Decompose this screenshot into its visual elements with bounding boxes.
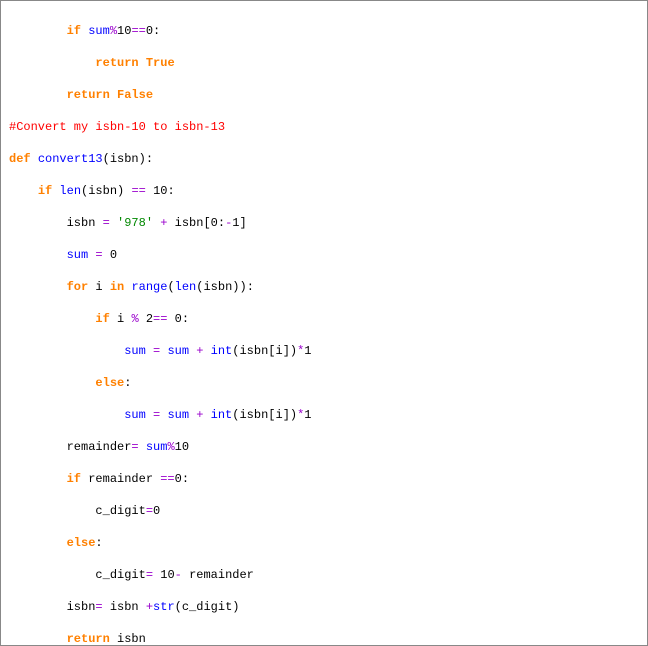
code-line: sum = sum + int(isbn[i])*1 <box>9 343 639 359</box>
code-line: if sum%10==0: <box>9 23 639 39</box>
code-line: isbn = '978' + isbn[0:-1] <box>9 215 639 231</box>
code-line: if remainder ==0: <box>9 471 639 487</box>
code-line: else: <box>9 535 639 551</box>
code-line: return isbn <box>9 631 639 646</box>
code-line: def convert13(isbn): <box>9 151 639 167</box>
code-line: c_digit=0 <box>9 503 639 519</box>
code-line: c_digit= 10- remainder <box>9 567 639 583</box>
code-line: return True <box>9 55 639 71</box>
code-line: return False <box>9 87 639 103</box>
code-line: remainder= sum%10 <box>9 439 639 455</box>
code-line: if len(isbn) == 10: <box>9 183 639 199</box>
code-line: #Convert my isbn-10 to isbn-13 <box>9 119 639 135</box>
code-line: isbn= isbn +str(c_digit) <box>9 599 639 615</box>
code-line: else: <box>9 375 639 391</box>
code-block: if sum%10==0: return True return False #… <box>0 0 648 646</box>
code-line: if i % 2== 0: <box>9 311 639 327</box>
code-line: sum = sum + int(isbn[i])*1 <box>9 407 639 423</box>
code-line: for i in range(len(isbn)): <box>9 279 639 295</box>
code-line: sum = 0 <box>9 247 639 263</box>
